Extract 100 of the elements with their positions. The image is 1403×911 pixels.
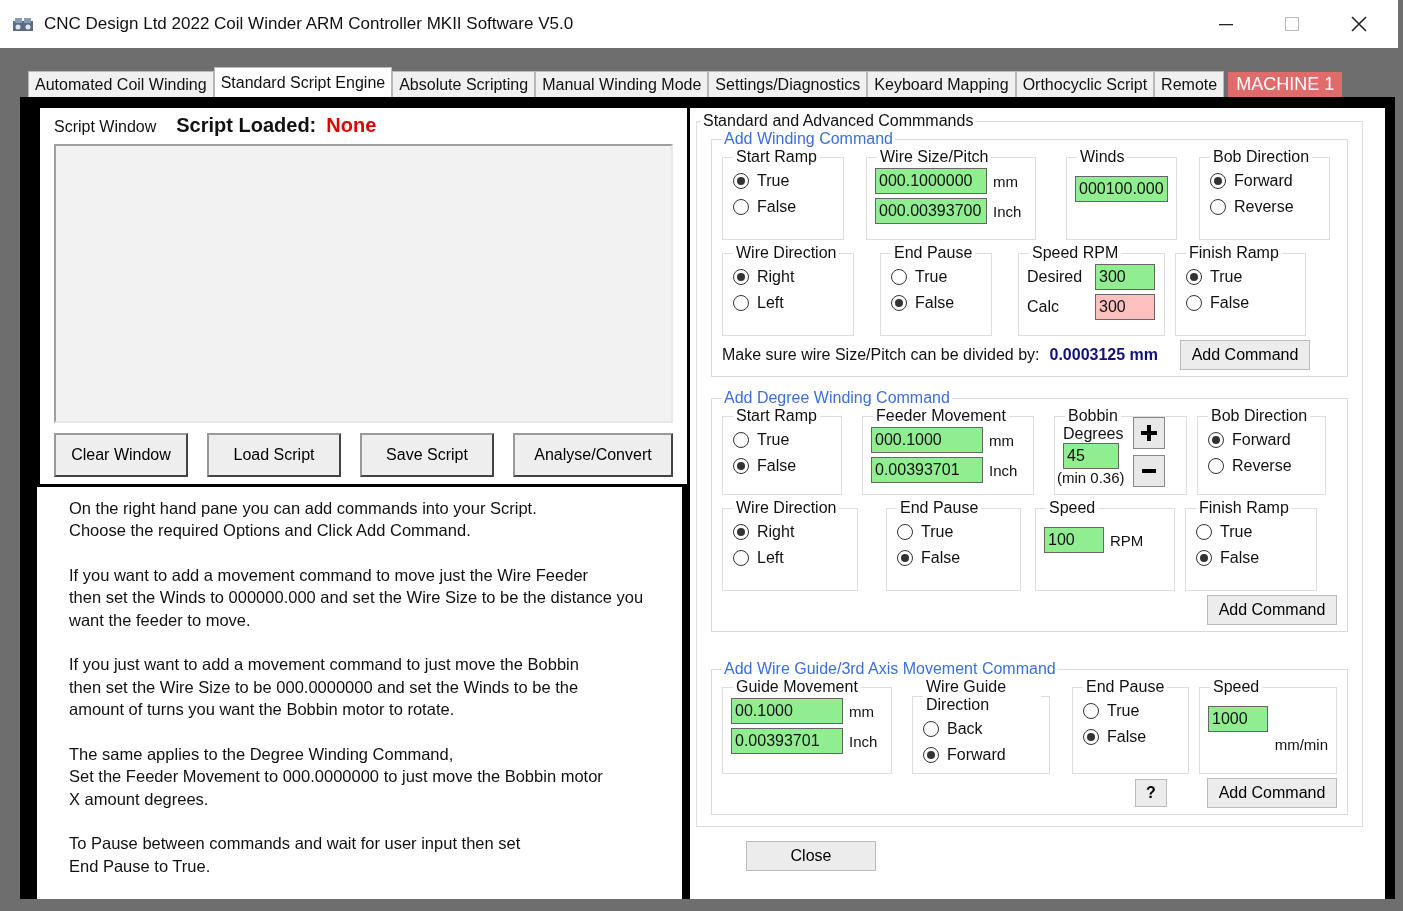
radio-button[interactable]: Forward — [1208, 431, 1317, 449]
group-title: End Pause — [1085, 678, 1166, 696]
note-text: Make sure wire Size/Pitch can be divided by: — [722, 346, 1040, 364]
input-field[interactable]: 00.1000 — [731, 698, 843, 724]
help-paragraph: On the right hand pane you can add commands into your Script. Choose the required Options and Click Add Command. — [69, 497, 538, 541]
group-title: Finish Ramp — [1198, 499, 1290, 517]
group-title: Start Ramp — [735, 148, 818, 166]
input-field[interactable]: 300 — [1095, 294, 1155, 320]
input-field[interactable]: 1000 — [1208, 706, 1268, 732]
minus-button[interactable] — [1132, 455, 1165, 487]
radio-button[interactable]: Reverse — [1210, 198, 1321, 216]
unit-label: Inch — [993, 202, 1022, 220]
script-button[interactable]: Clear Window — [54, 433, 188, 477]
input-field[interactable]: 000.1000 — [871, 427, 983, 453]
tab[interactable]: Absolute Scripting — [392, 71, 536, 97]
unit-label: mm/min — [1274, 736, 1328, 753]
group-title: Wire Direction — [735, 244, 838, 262]
input-field[interactable]: 100 — [1044, 527, 1104, 553]
radio-button[interactable]: True — [897, 523, 1012, 541]
group-title: Wire Guide Direction — [925, 678, 1008, 714]
radio-button[interactable]: Right — [733, 268, 845, 286]
help-paragraph: To Pause between commands and wait for user input then set End Pause to True. — [69, 833, 522, 877]
radio-button[interactable]: True — [1083, 702, 1180, 720]
radio-button[interactable]: True — [733, 431, 833, 449]
radio-button[interactable]: False — [733, 198, 835, 216]
radio-button[interactable]: True — [733, 172, 835, 190]
unit-label: mm — [989, 431, 1014, 449]
group-title: Bob Direction — [1212, 148, 1311, 166]
tab[interactable]: Keyboard Mapping — [867, 71, 1016, 97]
tab[interactable]: Standard Script Engine — [213, 67, 393, 97]
close-button[interactable]: Close — [746, 841, 876, 871]
input-field[interactable]: 45 — [1063, 443, 1119, 469]
note-value: 0.0003125 mm — [1049, 346, 1158, 364]
radio-button[interactable]: Forward — [1210, 172, 1321, 190]
add-command-button[interactable]: Add Command — [1207, 595, 1337, 625]
tab[interactable]: Automated Coil Winding — [28, 71, 214, 97]
script-button[interactable]: Load Script — [207, 433, 341, 477]
add-command-button[interactable]: Add Command — [1180, 340, 1310, 370]
radio-button[interactable]: False — [897, 549, 1012, 567]
help-button[interactable]: ? — [1135, 779, 1167, 807]
group-title: Start Ramp — [735, 407, 818, 425]
radio-button[interactable]: False — [1196, 549, 1308, 567]
section-title: Add Winding Command — [723, 130, 894, 148]
group-title: Guide Movement — [735, 678, 859, 696]
group-title: Wire Direction — [735, 499, 838, 517]
script-button[interactable]: Save Script — [360, 433, 494, 477]
input-field[interactable]: 300 — [1095, 264, 1155, 290]
script-button[interactable]: Analyse/Convert — [513, 433, 673, 477]
help-paragraph: If you want to add a movement command to move just the Wire Feeder then set the Winds to 000000.000 and set the Wire Size to be the distance you want the feeder to move. — [69, 564, 645, 631]
group-title: Standard and Advanced Commmands — [702, 112, 975, 130]
close-icon[interactable] — [1350, 15, 1368, 33]
group-title: Finish Ramp — [1188, 244, 1280, 262]
group-title: Winds — [1079, 148, 1126, 166]
group-title: End Pause — [893, 244, 974, 262]
script-loaded-value: None — [326, 114, 377, 137]
group-title: Speed — [1212, 678, 1261, 696]
input-field[interactable]: 0.00393701 — [871, 457, 983, 483]
unit-label: mm — [849, 702, 874, 720]
unit-label: Inch — [989, 461, 1018, 479]
input-field[interactable]: 000100.000 — [1075, 176, 1168, 202]
plus-button[interactable] — [1132, 417, 1165, 449]
group-title: End Pause — [899, 499, 980, 517]
unit-label: Inch — [849, 732, 878, 750]
input-field[interactable]: 000.1000000 — [875, 168, 987, 194]
radio-button[interactable]: Left — [733, 294, 845, 312]
tab[interactable]: Settings/Diagnostics — [708, 71, 868, 97]
radio-button[interactable]: False — [733, 457, 833, 475]
radio-button[interactable]: Forward — [923, 746, 1041, 764]
help-paragraph: If you just want to add a movement command to just move the Bobbin then set the Wire Size to be 000.0000000 and set the Winds to be the amount of turns you want the Bobbin motor to rotate. — [69, 654, 580, 720]
radio-button[interactable]: False — [1083, 728, 1180, 746]
minus-icon — [1141, 469, 1156, 473]
hint-text: (min 0.36) — [1057, 469, 1125, 486]
tab[interactable]: Orthocyclic Script — [1015, 71, 1155, 97]
field-label: Desired — [1027, 268, 1084, 286]
radio-button[interactable]: True — [1196, 523, 1308, 541]
radio-button[interactable]: True — [1186, 268, 1297, 286]
window-title: CNC Design Ltd 2022 Coil Winder ARM Controller MKII Software V5.0 — [44, 14, 574, 34]
input-field[interactable]: 000.00393700 — [875, 198, 987, 224]
field-label: Calc — [1027, 298, 1060, 316]
help-paragraph: The same applies to the Degree Winding Command, Set the Feeder Movement to 000.0000000 to just move the Bobbin motor X amount degrees. — [69, 743, 604, 810]
section-title: Add Wire Guide/3rd Axis Movement Command — [723, 660, 1057, 678]
radio-button[interactable]: False — [1186, 294, 1297, 312]
radio-button[interactable]: Right — [733, 523, 849, 541]
script-loaded-label: Script Loaded: — [176, 114, 317, 137]
input-field[interactable]: 0.00393701 — [731, 728, 843, 754]
unit-label: RPM — [1110, 531, 1144, 549]
tab[interactable]: Remote — [1154, 71, 1225, 97]
radio-button[interactable]: False — [891, 294, 983, 312]
group-title: Bob Direction — [1210, 407, 1309, 425]
app-icon — [12, 16, 34, 32]
add-command-button[interactable]: Add Command — [1207, 778, 1337, 808]
radio-button[interactable]: Back — [923, 720, 1041, 738]
unit-label: mm — [993, 172, 1018, 190]
machine-badge: MACHINE 1 — [1228, 72, 1343, 97]
tab[interactable]: Manual Winding Mode — [535, 71, 709, 97]
group-title: Wire Size/Pitch — [879, 148, 990, 166]
radio-button[interactable]: True — [891, 268, 983, 286]
radio-button[interactable]: Reverse — [1208, 457, 1317, 475]
radio-button[interactable]: Left — [733, 549, 849, 567]
group-title: Bobbin — [1067, 407, 1119, 425]
